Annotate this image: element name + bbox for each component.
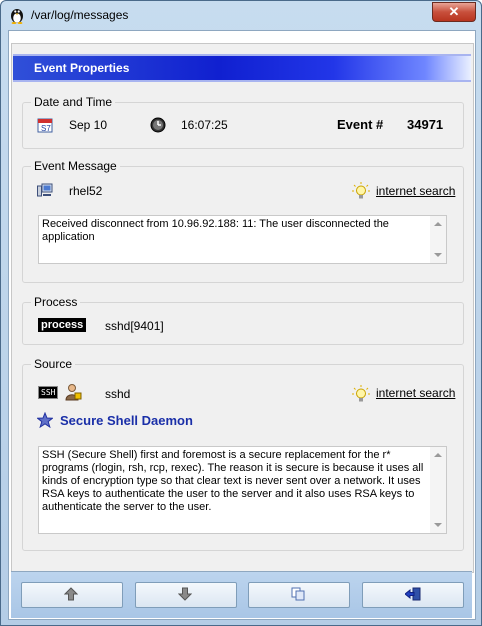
window-title: /var/log/messages — [31, 8, 129, 22]
penguin-icon — [11, 9, 23, 24]
star-icon — [37, 412, 53, 428]
arrow-up-icon — [64, 587, 78, 601]
datetime-label: Date and Time — [31, 95, 116, 109]
process-label: Process — [31, 295, 81, 309]
source-label: Source — [31, 357, 76, 371]
source-description-content: SSH (Secure Shell) first and foremost is… — [42, 449, 424, 513]
process-value: sshd[9401] — [105, 319, 164, 333]
date-value: Sep 10 — [69, 118, 108, 132]
calendar-icon: S7 — [37, 118, 53, 133]
process-badge: process — [38, 318, 87, 332]
header-banner: Event Properties — [13, 54, 471, 82]
source-description-text[interactable]: SSH (Secure Shell) first and foremost is… — [38, 446, 447, 534]
process-group: Process process sshd[9401] — [22, 295, 464, 345]
svg-text:S7: S7 — [41, 124, 51, 133]
event-properties-window: /var/log/messages ✕ Event Properties Dat… — [0, 0, 482, 626]
exit-button[interactable] — [362, 582, 464, 608]
source-internet-search-link[interactable]: internet search — [376, 386, 455, 400]
exit-icon — [405, 587, 421, 601]
arrow-down-icon — [178, 587, 192, 601]
client-area: Event Properties Date and Time S7 Sep 10… — [8, 30, 476, 620]
lightbulb-icon — [352, 385, 370, 402]
computer-icon — [37, 183, 53, 197]
time-value: 16:07:25 — [181, 118, 228, 132]
clock-icon — [150, 117, 166, 133]
title-bar[interactable]: /var/log/messages ✕ — [1, 1, 481, 29]
ssh-badge: SSH — [38, 386, 59, 399]
event-message-group: Event Message rhel52 internet search Rec… — [22, 159, 464, 283]
close-button[interactable]: ✕ — [432, 2, 476, 22]
description-scrollbar[interactable] — [430, 447, 446, 533]
copy-button[interactable] — [248, 582, 350, 608]
host-name: rhel52 — [69, 184, 103, 198]
event-number-label: Event # — [337, 117, 384, 132]
source-title: Secure Shell Daemon — [60, 413, 193, 428]
bottom-toolbar — [11, 571, 472, 618]
previous-event-button[interactable] — [21, 582, 123, 608]
event-message-text[interactable]: Received disconnect from 10.96.92.188: 1… — [38, 215, 447, 264]
event-message-content: Received disconnect from 10.96.92.188: 1… — [42, 218, 389, 243]
copy-icon — [291, 587, 305, 601]
source-name: sshd — [105, 387, 131, 401]
banner-title: Event Properties — [34, 61, 130, 75]
lightbulb-icon — [352, 182, 370, 199]
message-internet-search-link[interactable]: internet search — [376, 184, 455, 198]
source-group: Source SSH sshd internet search Secure S… — [22, 357, 464, 551]
message-scrollbar[interactable] — [430, 216, 446, 263]
datetime-group: Date and Time S7 Sep 10 16:07:25 Event #… — [22, 95, 464, 149]
user-icon — [65, 384, 82, 401]
event-message-label: Event Message — [31, 159, 120, 173]
next-event-button[interactable] — [135, 582, 237, 608]
event-number-value: 34971 — [407, 117, 444, 132]
